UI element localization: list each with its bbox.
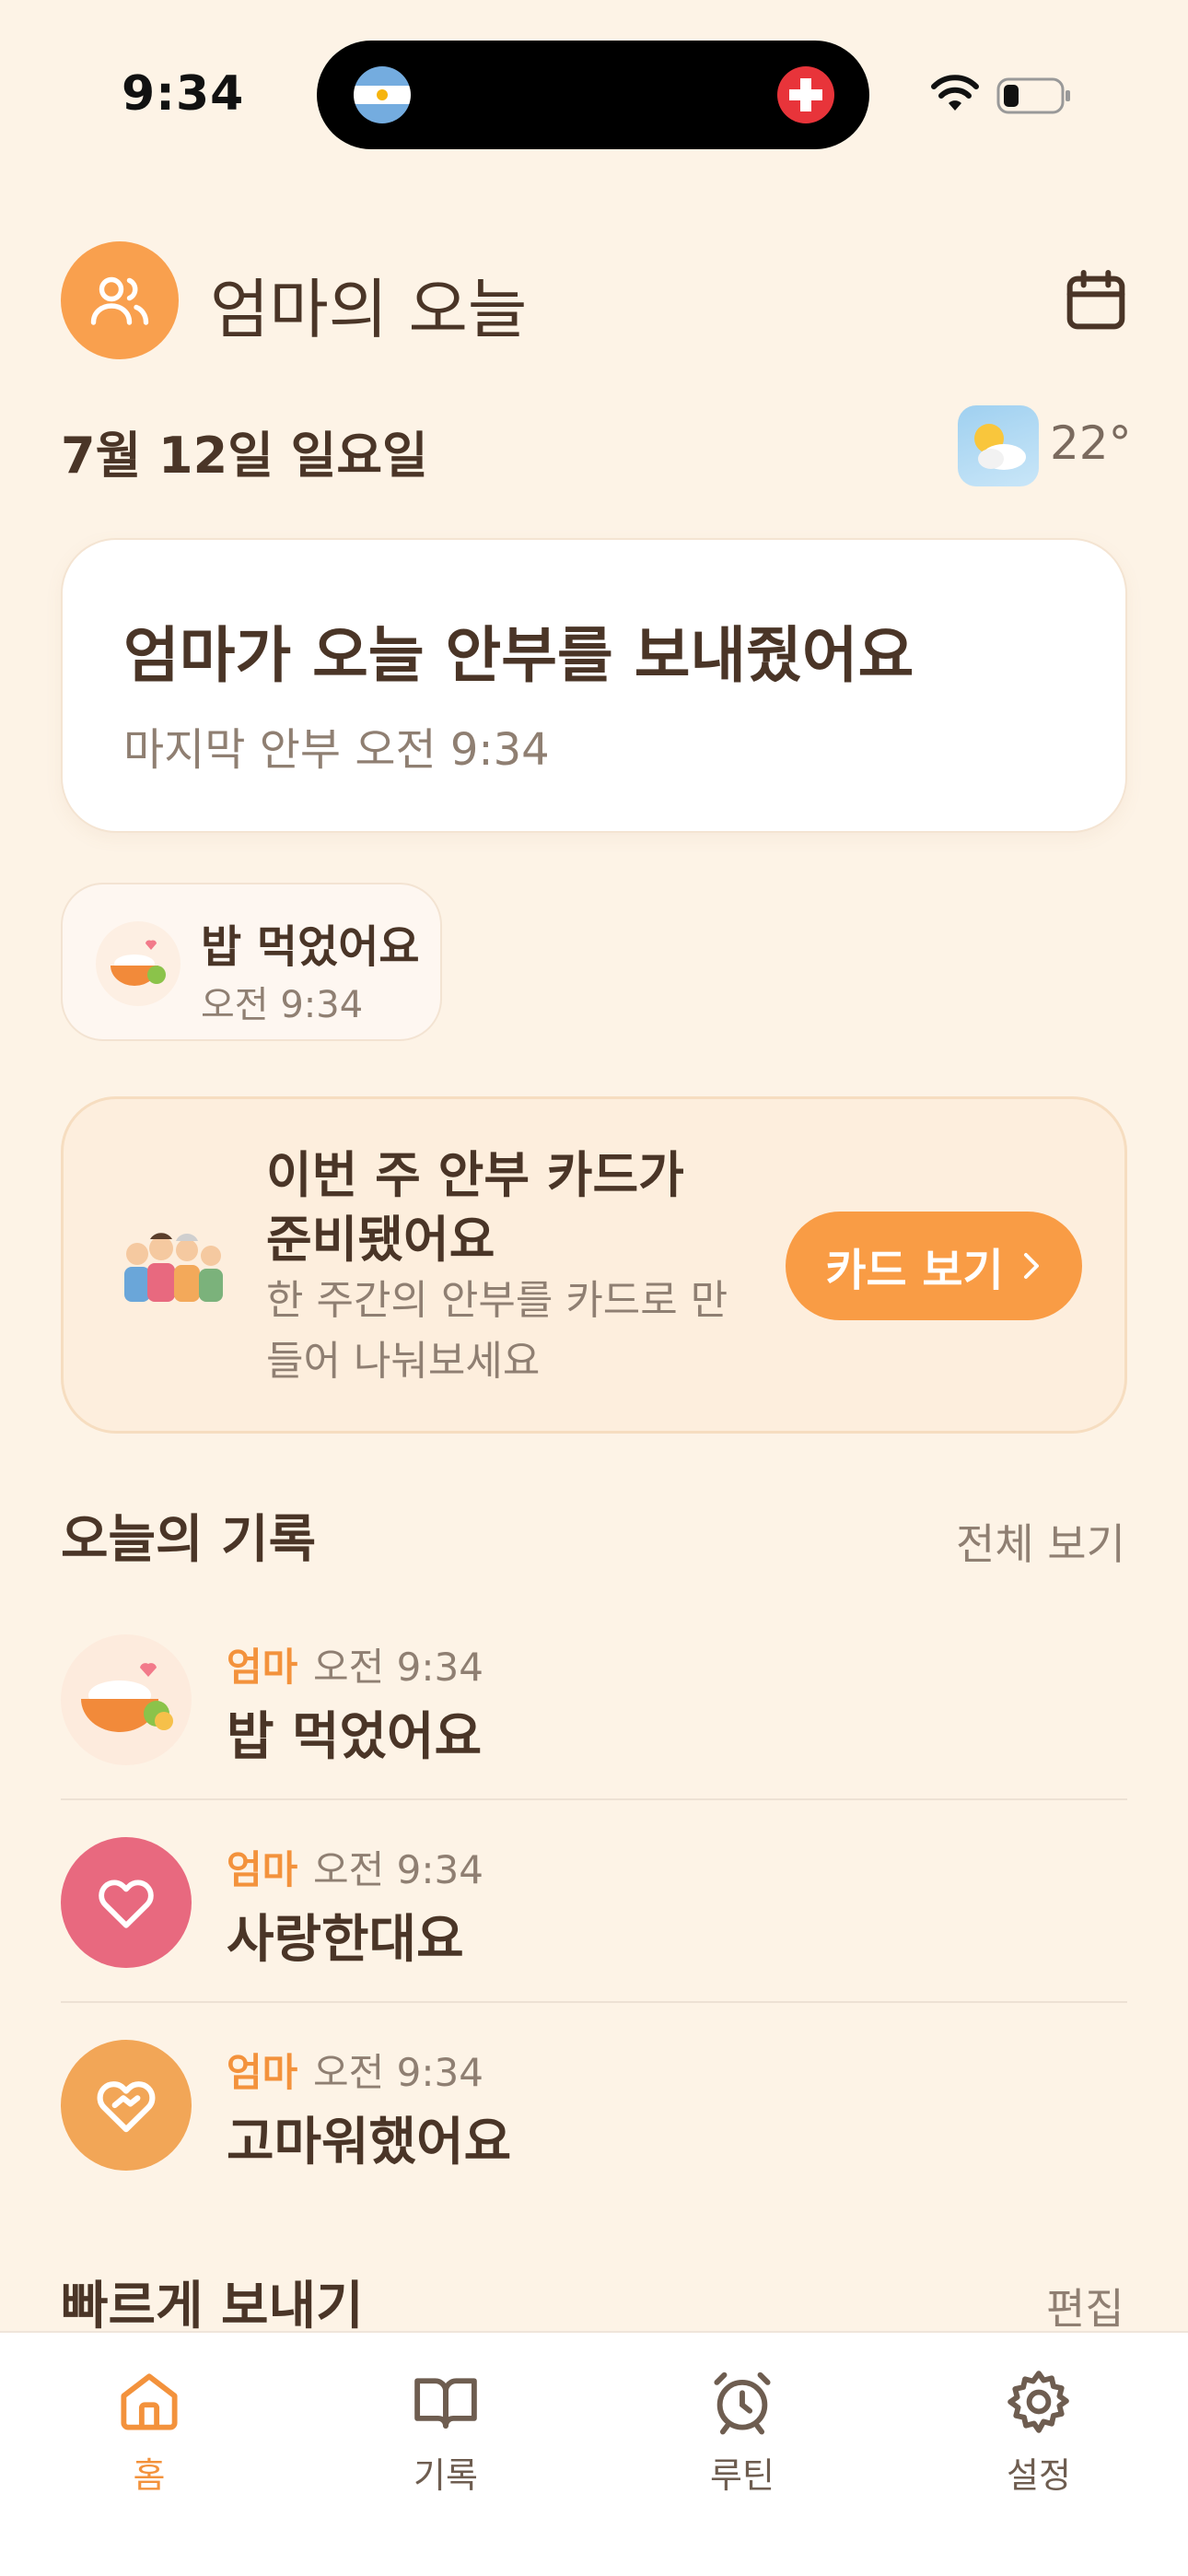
view-card-button[interactable]: 카드 보기 bbox=[786, 1212, 1082, 1320]
record-row[interactable]: 엄마 오전 9:34 사랑한대요 bbox=[61, 1802, 1127, 2005]
last-update: 마지막 안부 오전 9:34 bbox=[123, 724, 550, 776]
promo-title: 이번 주 안부 카드가 준비됐어요 bbox=[266, 1146, 684, 1269]
tab-home[interactable]: 홈 bbox=[66, 2366, 232, 2498]
records-title: 오늘의 기록 bbox=[61, 1510, 317, 1570]
family-illustration bbox=[124, 1233, 223, 1302]
quick-send-edit-button[interactable]: 편집 bbox=[1046, 2276, 1124, 2336]
battery-icon bbox=[996, 77, 1070, 114]
swiss-flag-icon bbox=[777, 66, 834, 123]
record-author: 엄마 bbox=[227, 1645, 298, 1690]
home-icon bbox=[121, 2373, 178, 2430]
status-headline: 엄마가 오늘 안부를 보내줬어요 bbox=[123, 620, 914, 691]
people-icon bbox=[90, 276, 149, 325]
record-author: 엄마 bbox=[227, 1847, 298, 1892]
tab-settings[interactable]: 설정 bbox=[956, 2366, 1122, 2498]
heart-hands-icon bbox=[61, 2040, 192, 2171]
temperature: 22° bbox=[1050, 416, 1132, 470]
tab-routine-label: 루틴 bbox=[710, 2455, 775, 2496]
heart-icon bbox=[61, 1837, 192, 1968]
wifi-icon bbox=[931, 75, 979, 111]
book-icon bbox=[414, 2378, 477, 2429]
argentina-flag-icon bbox=[354, 66, 411, 123]
weekly-card-banner[interactable]: 이번 주 안부 카드가 준비됐어요 한 주간의 안부를 카드로 만들어 나눠보세… bbox=[61, 1096, 1127, 1434]
partly-cloudy-icon bbox=[958, 405, 1039, 486]
view-card-label: 카드 보기 bbox=[825, 1245, 1004, 1296]
alarm-icon bbox=[714, 2371, 771, 2435]
tab-settings-label: 설정 bbox=[1007, 2455, 1071, 2496]
rice-bowl-icon bbox=[96, 921, 181, 1006]
record-time: 오전 9:34 bbox=[313, 1847, 483, 1892]
divider bbox=[61, 1798, 1127, 1800]
family-avatar[interactable] bbox=[61, 241, 179, 359]
chevron-right-icon bbox=[1023, 1253, 1039, 1279]
record-text: 고마워했어요 bbox=[227, 2113, 512, 2172]
promo-description: 한 주간의 안부를 카드로 만들어 나눠보세요 bbox=[266, 1277, 728, 1385]
view-all-link[interactable]: 전체 보기 bbox=[956, 1511, 1125, 1572]
record-row[interactable]: 엄마 오전 9:34 밥 먹었어요 bbox=[61, 1599, 1127, 1802]
divider bbox=[61, 2001, 1127, 2003]
quick-send-title: 빠르게 보내기 bbox=[61, 2277, 364, 2336]
chip-time: 오전 9:34 bbox=[201, 984, 364, 1026]
tab-bar: 홈 기록 루틴 설정 bbox=[0, 2331, 1188, 2576]
status-card: 엄마가 오늘 안부를 보내줬어요 마지막 안부 오전 9:34 bbox=[61, 538, 1127, 833]
record-time: 오전 9:34 bbox=[313, 2050, 483, 2095]
record-time: 오전 9:34 bbox=[313, 1645, 483, 1690]
rice-bowl-icon bbox=[61, 1634, 192, 1765]
record-row[interactable]: 엄마 오전 9:34 고마워했어요 bbox=[61, 2005, 1127, 2207]
tab-records-label: 기록 bbox=[413, 2455, 478, 2496]
today-date: 7월 12일 일요일 bbox=[61, 427, 428, 485]
record-author: 엄마 bbox=[227, 2050, 298, 2095]
tab-routine[interactable]: 루틴 bbox=[659, 2366, 825, 2498]
record-text: 사랑한대요 bbox=[227, 1910, 464, 1970]
page-title: 엄마의 오늘 bbox=[210, 272, 528, 347]
latest-status-chip[interactable]: 밥 먹었어요 오전 9:34 bbox=[61, 883, 442, 1041]
chip-label: 밥 먹었어요 bbox=[201, 921, 420, 973]
tab-records[interactable]: 기록 bbox=[363, 2366, 529, 2498]
calendar-icon[interactable] bbox=[1059, 263, 1133, 337]
tab-home-label: 홈 bbox=[133, 2455, 166, 2496]
record-text: 밥 먹었어요 bbox=[227, 1707, 483, 1767]
status-time: 9:34 bbox=[122, 66, 245, 122]
gear-icon bbox=[1007, 2371, 1069, 2433]
